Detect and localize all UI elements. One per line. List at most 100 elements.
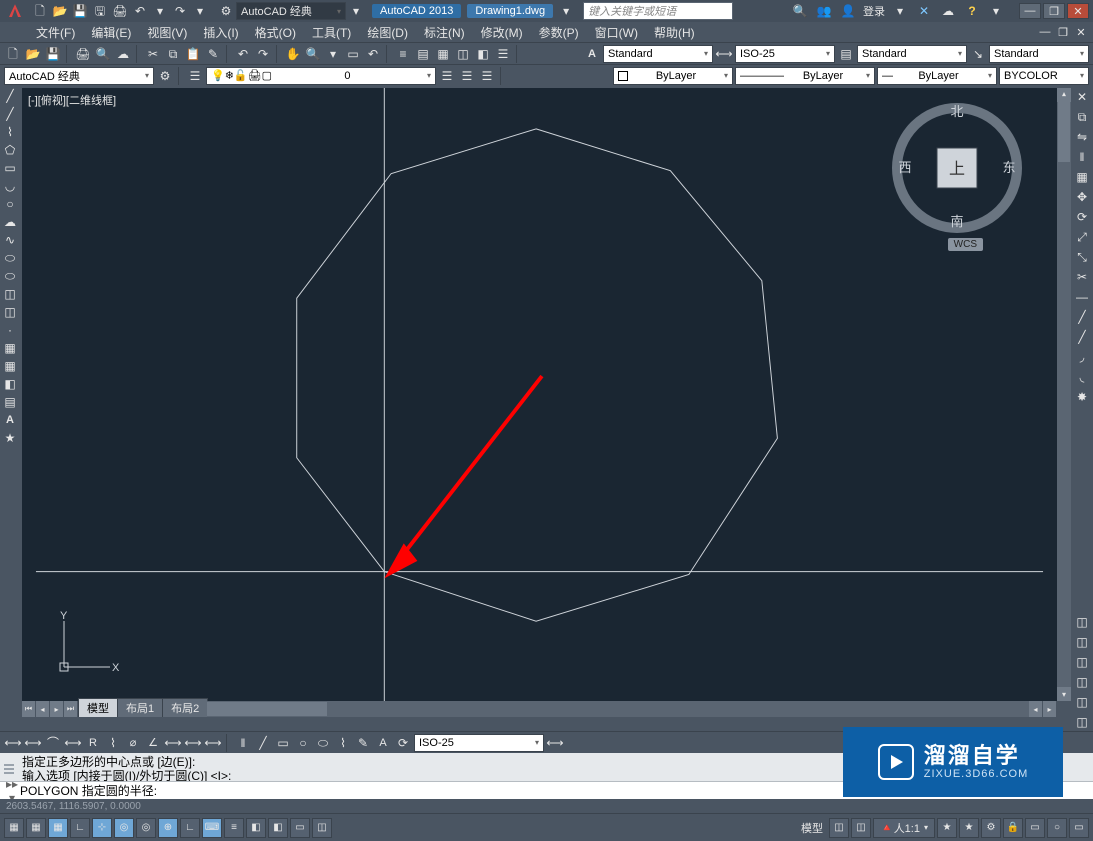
dim-break[interactable]: ╱	[254, 734, 272, 752]
sheet-btn[interactable]: ◫	[454, 45, 472, 63]
status-otrack[interactable]: ⊕	[158, 818, 178, 838]
dimstyle-icon-btn[interactable]: ⟷	[715, 45, 733, 63]
color-select[interactable]: ByLayer▾	[613, 67, 733, 85]
preview-btn[interactable]: 🔍	[94, 45, 112, 63]
tab-layout1[interactable]: 布局1	[117, 698, 163, 717]
plot-button[interactable]: 🖨	[111, 2, 129, 20]
lineweight-select[interactable]: — ByLayer▾	[877, 67, 997, 85]
redo-btn[interactable]: ↷	[254, 45, 272, 63]
tool-ellipsearc[interactable]: ⬭	[2, 268, 18, 284]
mleaderstyle-select[interactable]: Standard▾	[989, 45, 1089, 63]
layer-prev-btn[interactable]: ☰	[438, 67, 456, 85]
menu-format[interactable]: 格式(O)	[247, 22, 304, 43]
redo-dropdown[interactable]: ▾	[191, 2, 209, 20]
tool-point[interactable]: ·	[2, 322, 18, 338]
dim-aligned[interactable]: ⟷	[24, 734, 42, 752]
dim-tolerance[interactable]: ▭	[274, 734, 292, 752]
tool-circle[interactable]: ○	[2, 196, 18, 212]
tool-draworder1[interactable]: ◫	[1073, 613, 1091, 631]
scroll-thumb[interactable]	[1058, 102, 1070, 162]
dim-tedit[interactable]: A	[374, 734, 392, 752]
tool-spline[interactable]: ∿	[2, 232, 18, 248]
layer-prop-btn[interactable]: ☰	[186, 67, 204, 85]
undo-dropdown[interactable]: ▾	[151, 2, 169, 20]
tool-draworder6[interactable]: ◫	[1073, 713, 1091, 731]
dim-diameter[interactable]: ⌀	[124, 734, 142, 752]
dim-continue[interactable]: ⟷	[204, 734, 222, 752]
hscroll-right-button[interactable]: ▸	[1043, 701, 1057, 717]
window-minimize-button[interactable]: —	[1019, 3, 1041, 19]
qat-more-button[interactable]: ▾	[347, 2, 365, 20]
undo-button[interactable]: ↶	[131, 2, 149, 20]
status-cleanscreen[interactable]: ▭	[1069, 818, 1089, 838]
hscroll-left-button[interactable]: ◂	[1029, 701, 1043, 717]
dim-radius[interactable]: R	[84, 734, 102, 752]
window-restore-button[interactable]: ❐	[1043, 3, 1065, 19]
layer-select[interactable]: 💡❄🔓🖨▢ 0 ▾	[206, 67, 436, 85]
cut-btn[interactable]: ✂	[144, 45, 162, 63]
tab-last-button[interactable]: ⏭	[64, 701, 78, 717]
tool-rotate[interactable]: ⟳	[1073, 208, 1091, 226]
tool-polygon[interactable]: ⬠	[2, 142, 18, 158]
status-isolate[interactable]: ○	[1047, 818, 1067, 838]
hscroll-thumb[interactable]	[207, 702, 327, 716]
menu-view[interactable]: 视图(V)	[139, 22, 195, 43]
props-btn[interactable]: ≡	[394, 45, 412, 63]
zoomwin-btn[interactable]: ▭	[344, 45, 362, 63]
open-btn[interactable]: 📂	[24, 45, 42, 63]
status-quickview-d[interactable]: ◫	[851, 818, 871, 838]
tool-line[interactable]: ╱	[2, 88, 18, 104]
dim-ordinate[interactable]: ⟷	[64, 734, 82, 752]
zoom-drop-btn[interactable]: ▾	[324, 45, 342, 63]
new-btn[interactable]: 🗋	[4, 45, 22, 63]
dim-update[interactable]: ⟳	[394, 734, 412, 752]
dc-btn[interactable]: ▤	[414, 45, 432, 63]
tool-mirror[interactable]: ⇋	[1073, 128, 1091, 146]
status-polar[interactable]: ⊹	[92, 818, 112, 838]
dimstyle-select[interactable]: ISO-25▾	[735, 45, 835, 63]
tool-draworder5[interactable]: ◫	[1073, 693, 1091, 711]
tool-rectangle[interactable]: ▭	[2, 160, 18, 176]
tool-erase[interactable]: ✕	[1073, 88, 1091, 106]
menu-draw[interactable]: 绘图(D)	[359, 22, 416, 43]
status-toolbar-lock[interactable]: 🔒	[1003, 818, 1023, 838]
status-sc[interactable]: ▭	[290, 818, 310, 838]
status-qp[interactable]: ◧	[268, 818, 288, 838]
redo-button[interactable]: ↷	[171, 2, 189, 20]
tool-gradient[interactable]: ▦	[2, 358, 18, 374]
menu-edit[interactable]: 编辑(E)	[83, 22, 139, 43]
command-grip[interactable]	[4, 755, 16, 781]
dim-edit[interactable]: ✎	[354, 734, 372, 752]
menu-help[interactable]: 帮助(H)	[646, 22, 703, 43]
tool-chamfer[interactable]: ◞	[1073, 348, 1091, 366]
tab-prev-button[interactable]: ◂	[36, 701, 50, 717]
tab-next-button[interactable]: ▸	[50, 701, 64, 717]
signin-people-icon[interactable]: 👥	[815, 2, 833, 20]
tool-move[interactable]: ✥	[1073, 188, 1091, 206]
status-ducs[interactable]: ∟	[180, 818, 200, 838]
save-btn[interactable]: 💾	[44, 45, 62, 63]
dim-linear[interactable]: ⟷	[4, 734, 22, 752]
doc-restore-button[interactable]: ❐	[1055, 26, 1071, 39]
dim-inspect[interactable]: ⬭	[314, 734, 332, 752]
textstyle-select[interactable]: Standard▾	[603, 45, 713, 63]
status-am[interactable]: ◫	[312, 818, 332, 838]
tool-mtext[interactable]: A	[2, 412, 18, 428]
menu-tools[interactable]: 工具(T)	[304, 22, 359, 43]
tool-table[interactable]: ▤	[2, 394, 18, 410]
status-grid[interactable]: ▦	[48, 818, 68, 838]
scroll-down-button[interactable]: ▾	[1057, 687, 1071, 701]
plot-btn[interactable]: 🖨	[74, 45, 92, 63]
tool-fillet[interactable]: ◟	[1073, 368, 1091, 386]
status-ws-switch[interactable]: ⚙	[981, 818, 1001, 838]
dimstyle-select-2[interactable]: ISO-25▾	[414, 734, 544, 752]
infocenter-search[interactable]: 键入关键字或短语	[583, 2, 733, 20]
zoom-btn[interactable]: 🔍	[304, 45, 322, 63]
horizontal-scrollbar[interactable]	[207, 701, 1029, 717]
menu-dim[interactable]: 标注(N)	[416, 22, 473, 43]
status-quickview-l[interactable]: ◫	[829, 818, 849, 838]
tool-ellipse[interactable]: ⬭	[2, 250, 18, 266]
menu-insert[interactable]: 插入(I)	[195, 22, 246, 43]
layer-state-btn[interactable]: ☰	[458, 67, 476, 85]
paste-btn[interactable]: 📋	[184, 45, 202, 63]
